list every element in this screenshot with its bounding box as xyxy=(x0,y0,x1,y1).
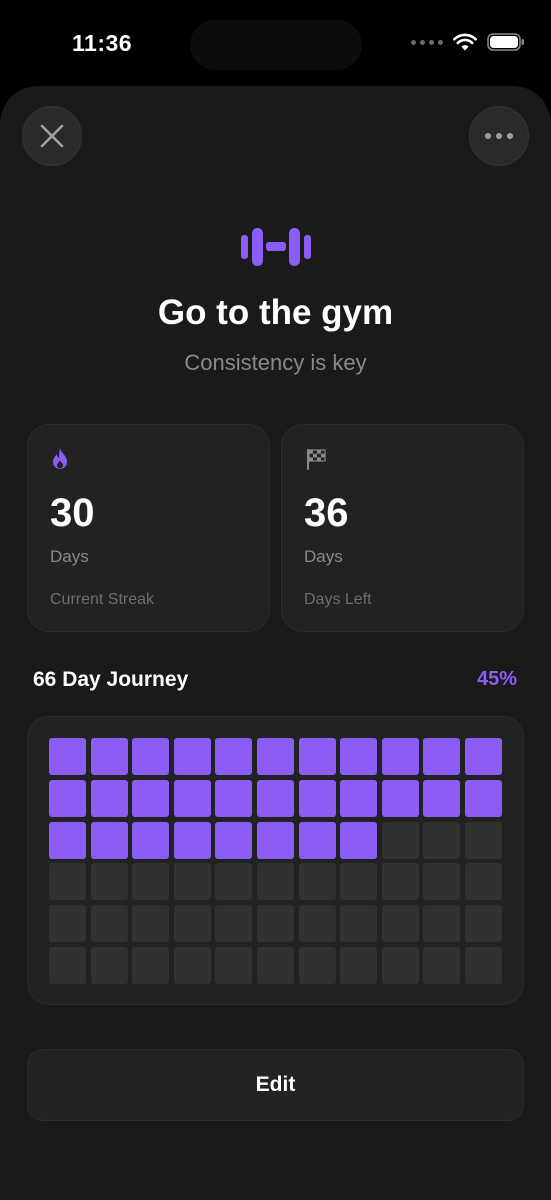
habit-detail-screen: 11:36 Go to the gym Consistency is key 3… xyxy=(0,0,551,1200)
day-cell-remaining xyxy=(381,946,419,984)
day-cell-remaining xyxy=(132,863,170,901)
habit-subtitle: Consistency is key xyxy=(184,350,367,375)
battery-icon xyxy=(487,33,524,51)
day-cell-completed xyxy=(215,779,253,817)
days-left-unit: Days xyxy=(304,547,343,566)
day-cell-completed xyxy=(256,821,294,859)
streak-unit: Days xyxy=(50,547,89,566)
day-cell-remaining xyxy=(256,905,294,943)
day-cell-remaining xyxy=(173,863,211,901)
days-left-label: Days Left xyxy=(304,591,372,608)
day-cell-completed xyxy=(298,779,336,817)
day-cell-remaining xyxy=(173,905,211,943)
wifi-icon xyxy=(453,33,477,51)
day-cell-completed xyxy=(298,821,336,859)
day-cell-remaining xyxy=(298,946,336,984)
day-cell-completed xyxy=(49,821,86,859)
status-icons xyxy=(411,33,525,51)
day-cell-remaining xyxy=(423,946,461,984)
close-icon xyxy=(40,124,64,148)
day-cell-completed xyxy=(49,779,86,817)
day-cell-remaining xyxy=(464,946,502,984)
day-cell-remaining xyxy=(256,863,294,901)
habit-title: Go to the gym xyxy=(157,293,394,332)
day-cell-completed xyxy=(215,821,253,859)
day-cell-remaining xyxy=(423,905,461,943)
day-cell-remaining xyxy=(215,905,253,943)
edit-button[interactable]: Edit xyxy=(27,1049,524,1121)
day-cell-completed xyxy=(90,821,128,859)
day-cell-completed xyxy=(340,738,378,775)
day-cell-remaining xyxy=(381,905,419,943)
journey-day-grid xyxy=(49,738,502,984)
day-cell-remaining xyxy=(49,905,86,943)
day-cell-completed xyxy=(90,779,128,817)
day-cell-completed xyxy=(340,779,378,817)
day-cell-completed xyxy=(464,779,502,817)
day-cell-remaining xyxy=(49,946,86,984)
habit-sheet: Go to the gym Consistency is key 30 Days… xyxy=(0,86,551,1200)
day-cell-completed xyxy=(132,821,170,859)
day-cell-completed xyxy=(423,738,461,775)
day-cell-remaining xyxy=(340,946,378,984)
streak-value: 30 xyxy=(50,491,95,535)
more-options-button[interactable] xyxy=(469,106,529,166)
streak-label: Current Streak xyxy=(50,591,155,608)
day-cell-remaining xyxy=(381,821,419,859)
day-cell-remaining xyxy=(215,946,253,984)
day-cell-remaining xyxy=(423,863,461,901)
day-cell-remaining xyxy=(464,821,502,859)
cellular-signal-icon xyxy=(411,39,443,45)
dynamic-island xyxy=(190,20,362,70)
days-left-value: 36 xyxy=(304,491,349,535)
day-cell-remaining xyxy=(215,863,253,901)
day-cell-completed xyxy=(132,779,170,817)
day-cell-completed xyxy=(173,738,211,775)
day-cell-remaining xyxy=(340,905,378,943)
day-cell-completed xyxy=(298,738,336,775)
journey-percent: 45% xyxy=(476,668,517,690)
day-cell-completed xyxy=(423,779,461,817)
day-cell-completed xyxy=(173,779,211,817)
day-cell-remaining xyxy=(423,821,461,859)
day-cell-remaining xyxy=(132,905,170,943)
dumbbell-icon xyxy=(241,228,311,266)
day-cell-completed xyxy=(173,821,211,859)
status-bar: 11:36 xyxy=(0,0,551,86)
day-cell-remaining xyxy=(90,905,128,943)
day-cell-completed xyxy=(256,738,294,775)
ellipsis-icon xyxy=(485,133,513,139)
day-cell-completed xyxy=(256,779,294,817)
current-streak-card: 30 Days Current Streak xyxy=(27,424,270,632)
day-cell-completed xyxy=(381,738,419,775)
day-cell-remaining xyxy=(340,863,378,901)
day-cell-completed xyxy=(381,779,419,817)
journey-title: 66 Day Journey xyxy=(33,668,189,691)
day-cell-remaining xyxy=(464,905,502,943)
day-cell-completed xyxy=(340,821,378,859)
days-left-card: 36 Days Days Left xyxy=(281,424,524,632)
day-cell-remaining xyxy=(381,863,419,901)
day-cell-completed xyxy=(132,738,170,775)
journey-grid-card xyxy=(27,716,524,1005)
day-cell-completed xyxy=(215,738,253,775)
day-cell-remaining xyxy=(90,863,128,901)
day-cell-remaining xyxy=(464,863,502,901)
flame-icon xyxy=(53,448,67,469)
day-cell-remaining xyxy=(173,946,211,984)
day-cell-remaining xyxy=(298,863,336,901)
day-cell-completed xyxy=(49,738,86,775)
day-cell-completed xyxy=(90,738,128,775)
status-time: 11:36 xyxy=(72,30,133,56)
day-cell-remaining xyxy=(49,863,86,901)
day-cell-remaining xyxy=(256,946,294,984)
day-cell-completed xyxy=(464,738,502,775)
checkered-flag-icon xyxy=(307,449,326,470)
day-cell-remaining xyxy=(132,946,170,984)
close-button[interactable] xyxy=(22,106,82,166)
day-cell-remaining xyxy=(90,946,128,984)
day-cell-remaining xyxy=(298,905,336,943)
